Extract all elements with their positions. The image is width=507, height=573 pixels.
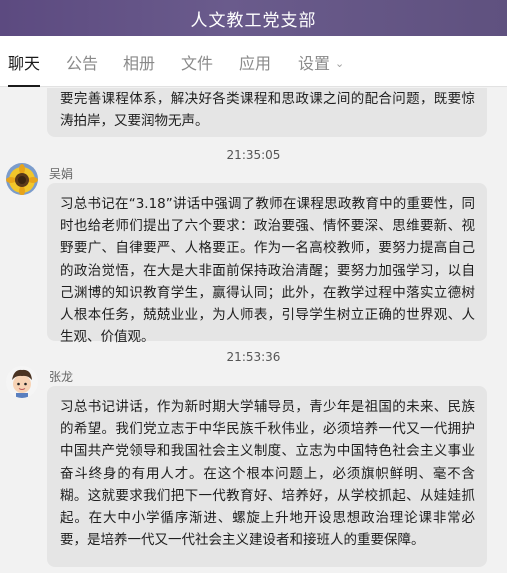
chat-area[interactable]: 要完善课程体系，解决好各类课程和思政课之间的配合问题，既要惊涛拍岸，又要润物无声…	[0, 88, 507, 573]
sender-name: 张龙	[49, 370, 74, 384]
tab-settings[interactable]: 设置 ⌄	[298, 36, 344, 87]
message-timestamp: 21:53:36	[226, 350, 281, 364]
window-title: 人文教工党支部	[190, 10, 317, 31]
cartoon-boy-avatar-icon[interactable]	[6, 366, 38, 398]
message-timestamp: 21:35:05	[226, 148, 281, 162]
message-bubble[interactable]: 习总书记在“3.18”讲话中强调了教师在课程思政教育中的重要性，同时也给老师们提…	[47, 183, 487, 345]
message-bubble[interactable]: 要完善课程体系，解决好各类课程和思政课之间的配合问题，既要惊涛拍岸，又要润物无声…	[47, 88, 487, 137]
tab-files[interactable]: 文件	[181, 36, 213, 87]
message-text: 习总书记讲话，作为新时期大学辅导员，青少年是祖国的未来、民族的希望。我们党立志于…	[60, 399, 475, 549]
tab-bar: 聊天 公告 相册 文件 应用 设置 ⌄	[0, 36, 507, 87]
tab-apps[interactable]: 应用	[239, 36, 271, 87]
message-text: 习总书记在“3.18”讲话中强调了教师在课程思政教育中的重要性，同时也给老师们提…	[60, 196, 475, 346]
tab-settings-label: 设置	[298, 54, 331, 73]
tab-album[interactable]: 相册	[123, 36, 155, 87]
chevron-down-icon: ⌄	[335, 57, 345, 70]
tab-announcements[interactable]: 公告	[66, 36, 98, 87]
message-bubble[interactable]: 习总书记讲话，作为新时期大学辅导员，青少年是祖国的未来、民族的希望。我们党立志于…	[47, 386, 487, 567]
tab-chat[interactable]: 聊天	[8, 36, 41, 87]
message-text: 要完善课程体系，解决好各类课程和思政课之间的配合问题，既要惊涛拍岸，又要润物无声…	[60, 91, 475, 130]
title-bar: 人文教工党支部	[0, 0, 507, 36]
sender-name: 吴娟	[49, 167, 74, 181]
sunflower-avatar-icon[interactable]	[6, 163, 38, 195]
